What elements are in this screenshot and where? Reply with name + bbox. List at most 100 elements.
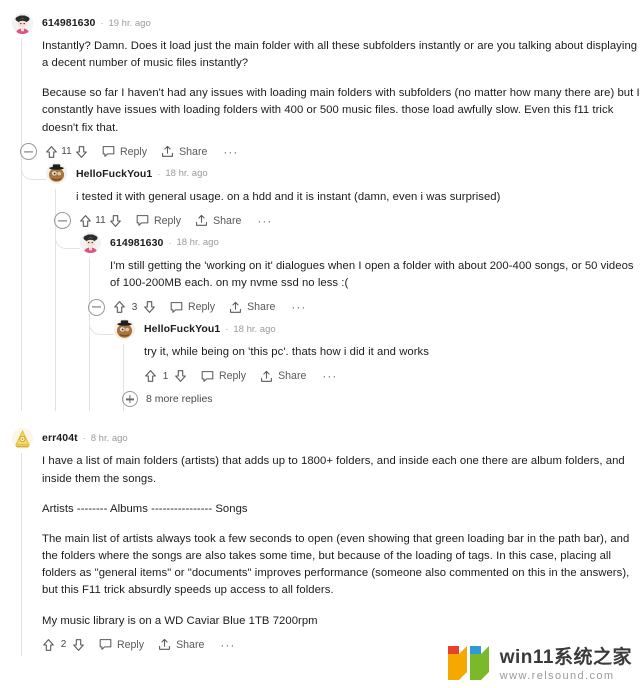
comment-paragraph: Instantly? Damn. Does it load just the m… (42, 40, 638, 70)
thread-line[interactable] (21, 453, 22, 656)
meta-separator: · (168, 237, 172, 248)
reply-label: Reply (120, 145, 148, 158)
comment-actions: 1 Reply Share ··· (144, 365, 640, 387)
comment-hellofuckyou1-reply1: HelloFuckYou1 · 18 hr. ago i tested it w… (21, 156, 640, 412)
avatar[interactable] (12, 427, 33, 449)
downvote-button[interactable] (72, 638, 85, 652)
expand-icon[interactable] (122, 391, 138, 408)
more-options-icon[interactable]: ··· (291, 301, 306, 313)
downvote-button[interactable] (174, 369, 187, 383)
share-button[interactable]: Share (229, 301, 275, 314)
reply-button[interactable]: Reply (102, 145, 147, 158)
site-watermark: win11系统之家 www.relsound.com (446, 644, 632, 682)
avatar[interactable] (12, 12, 33, 34)
avatar[interactable] (114, 318, 135, 340)
comment-timestamp: 18 hr. ago (233, 323, 276, 335)
more-options-icon[interactable]: ··· (223, 146, 238, 158)
share-button[interactable]: Share (260, 370, 306, 383)
meta-separator: · (100, 18, 104, 28)
comment-thread: 614981630 · 19 hr. ago Instantly? Damn. … (0, 0, 640, 656)
share-label: Share (278, 370, 307, 383)
share-button[interactable]: Share (161, 145, 207, 158)
vote-score: 1 (162, 370, 169, 382)
comment-author[interactable]: 614981630 (42, 17, 95, 29)
comment-timestamp: 8 hr. ago (90, 432, 128, 444)
share-label: Share (179, 145, 208, 158)
vote-score: 11 (61, 146, 72, 158)
avatar[interactable] (80, 232, 101, 254)
thread-line[interactable] (21, 38, 22, 412)
comment-timestamp: 18 hr. ago (176, 237, 219, 249)
comment-body: Instantly? Damn. Does it load just the m… (42, 34, 640, 137)
more-replies-label: 8 more replies (146, 393, 213, 406)
comment-paragraph: Because so far I haven't had any issues … (42, 87, 640, 134)
meta-separator: · (157, 168, 161, 179)
more-options-icon[interactable]: ··· (257, 215, 272, 227)
upvote-button[interactable] (144, 369, 157, 383)
share-label: Share (247, 301, 276, 314)
downvote-button[interactable] (143, 300, 156, 314)
more-replies-button[interactable]: 8 more replies (122, 387, 640, 411)
comment-body: i tested it with general usage. on a hdd… (76, 185, 640, 206)
reply-button[interactable]: Reply (201, 370, 246, 383)
avatar[interactable] (46, 163, 67, 185)
meta-separator: · (225, 324, 229, 335)
vote-score: 2 (60, 639, 67, 651)
upvote-button[interactable] (113, 300, 126, 314)
watermark-text: win11系统之家 www.relsound.com (500, 648, 632, 682)
comment-err404t-root: err404t · 8 hr. ago I have a list of mai… (12, 427, 640, 656)
comment-timestamp: 18 hr. ago (165, 168, 208, 180)
watermark-logo-icon (447, 646, 489, 680)
reply-button[interactable]: Reply (170, 301, 215, 314)
vote-score: 11 (95, 215, 106, 227)
comment-header: err404t · 8 hr. ago (12, 427, 640, 449)
vote-score: 3 (131, 301, 138, 313)
comment-header: HelloFuckYou1 · 18 hr. ago (46, 163, 640, 185)
comment-actions: 11 Reply Share ··· (54, 210, 640, 232)
more-options-icon[interactable]: ··· (220, 639, 235, 651)
reply-label: Reply (219, 370, 247, 383)
reply-button[interactable]: Reply (136, 214, 181, 227)
share-label: Share (213, 214, 242, 227)
comment-body: I have a list of main folders (artists) … (42, 449, 640, 629)
comment-author[interactable]: HelloFuckYou1 (76, 168, 152, 180)
comment-614981630-root: 614981630 · 19 hr. ago Instantly? Damn. … (12, 12, 640, 412)
comment-author[interactable]: HelloFuckYou1 (144, 323, 220, 335)
share-button[interactable]: Share (158, 638, 204, 651)
share-button[interactable]: Share (195, 214, 241, 227)
reply-label: Reply (154, 214, 182, 227)
comment-body: I'm still getting the 'working on it' di… (110, 254, 640, 292)
thread-line[interactable] (89, 257, 90, 412)
upvote-button[interactable] (45, 145, 58, 159)
comment-actions: 11 Reply Share ··· (20, 141, 640, 163)
downvote-button[interactable] (109, 214, 122, 228)
comment-header: 614981630 · 18 hr. ago (80, 232, 640, 254)
comment-actions: 3 Reply Share ··· (88, 296, 640, 318)
reply-label: Reply (188, 301, 216, 314)
watermark-title: win11系统之家 (499, 647, 632, 668)
more-options-icon[interactable]: ··· (322, 370, 337, 382)
comment-614981630-reply2: 614981630 · 18 hr. ago I'm still getting… (55, 225, 640, 412)
comment-author[interactable]: err404t (42, 432, 78, 444)
watermark-url: www.relsound.com (499, 670, 615, 682)
reply-button[interactable]: Reply (99, 638, 144, 651)
comment-header: HelloFuckYou1 · 18 hr. ago (114, 318, 640, 340)
downvote-button[interactable] (75, 145, 88, 159)
comment-paragraph: The main list of artists always took a f… (42, 532, 630, 597)
upvote-button[interactable] (42, 638, 55, 652)
comment-hellofuckyou1-reply3: HelloFuckYou1 · 18 hr. ago try it, while… (89, 312, 640, 412)
comment-paragraph: I have a list of main folders (artists) … (42, 455, 625, 485)
comment-author[interactable]: 614981630 (110, 237, 163, 249)
reply-label: Reply (117, 638, 145, 651)
thread-hook (21, 156, 46, 180)
comment-paragraph: try it, while being on 'this pc'. thats … (144, 346, 429, 359)
comment-body: try it, while being on 'this pc'. thats … (144, 340, 640, 361)
thread-hook (89, 312, 114, 336)
comment-paragraph: Artists -------- Albums ----------------… (42, 502, 248, 515)
comment-header: 614981630 · 19 hr. ago (12, 12, 640, 34)
comment-spacer (0, 411, 640, 427)
comment-paragraph: I'm still getting the 'working on it' di… (110, 259, 634, 290)
meta-separator: · (82, 433, 86, 444)
thread-hook (55, 225, 80, 249)
upvote-button[interactable] (79, 214, 92, 228)
